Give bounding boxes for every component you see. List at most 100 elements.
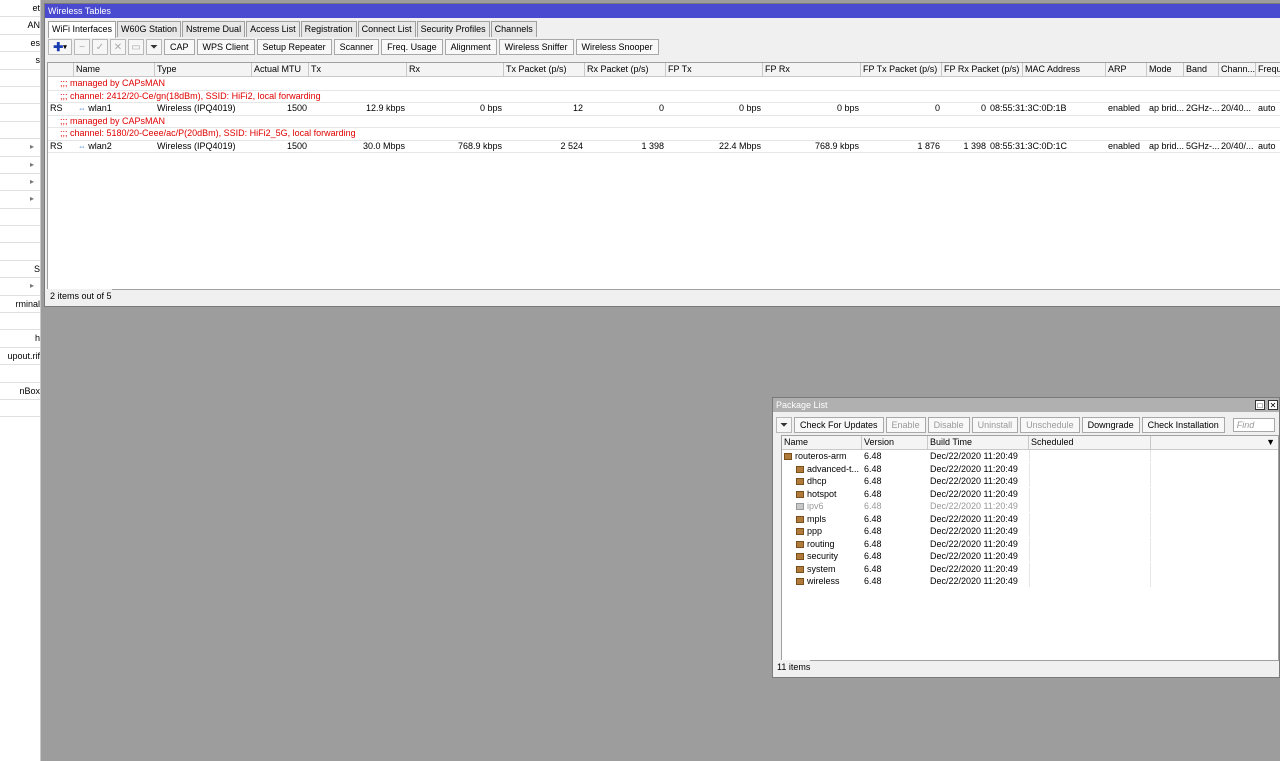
cell-name: ⇔ wlan1 <box>48 102 155 114</box>
tab-wifi-interfaces[interactable]: WiFi Interfaces <box>48 21 117 38</box>
remove-icon[interactable]: − <box>74 39 90 55</box>
check-installation-button[interactable]: Check Installation <box>1141 417 1225 433</box>
column-header[interactable]: Chann... <box>1219 63 1256 76</box>
check-for-updates-button[interactable]: Check For Updates <box>794 417 884 433</box>
maximize-icon[interactable]: □ <box>1255 400 1265 410</box>
column-header[interactable]: ARP <box>1106 63 1147 76</box>
column-header[interactable]: Mode <box>1147 63 1184 76</box>
tab-channels[interactable]: Channels <box>490 21 537 37</box>
sidebar-item[interactable] <box>0 400 40 418</box>
column-header[interactable]: Scheduled <box>1029 436 1151 449</box>
column-dropdown-icon[interactable]: ▼ <box>1151 436 1278 449</box>
tab-security-profiles[interactable]: Security Profiles <box>416 21 490 37</box>
cap-button[interactable]: CAP <box>164 39 195 55</box>
table-row[interactable]: RS ⇔ wlan2 Wireless (IPQ4019) 1500 30.0 Mbps… <box>48 140 1280 153</box>
column-header[interactable]: Type <box>155 63 252 76</box>
setup-repeater-button[interactable]: Setup Repeater <box>256 39 332 55</box>
column-header[interactable]: FP Tx <box>666 63 763 76</box>
table-row[interactable]: advanced-t... 6.48 Dec/22/2020 11:20:49 <box>782 462 1278 476</box>
sidebar-item[interactable] <box>0 104 40 122</box>
sidebar-item[interactable]: AN <box>0 17 40 35</box>
column-header[interactable]: MAC Address <box>1023 63 1106 76</box>
column-header[interactable]: FP Rx Packet (p/s) <box>942 63 1023 76</box>
column-header[interactable]: Build Time <box>928 436 1029 449</box>
comment-icon[interactable]: ▭ <box>128 39 144 55</box>
sidebar-item[interactable]: s <box>0 52 40 70</box>
table-row[interactable]: hotspot 6.48 Dec/22/2020 11:20:49 <box>782 487 1278 501</box>
freq-usage-button[interactable]: Freq. Usage <box>381 39 443 55</box>
find-input[interactable]: Find <box>1232 418 1275 432</box>
close-icon[interactable]: ✕ <box>1268 400 1278 410</box>
window-title[interactable]: Package List <box>773 398 1279 412</box>
disable-button[interactable]: Disable <box>927 417 970 433</box>
alignment-button[interactable]: Alignment <box>444 39 497 55</box>
sidebar-item[interactable] <box>0 87 40 105</box>
cell-version: 6.48 <box>864 451 882 461</box>
wireless-sniffer-button[interactable]: Wireless Sniffer <box>498 39 574 55</box>
tab-registration[interactable]: Registration <box>300 21 357 37</box>
table-row[interactable]: ipv6 6.48 Dec/22/2020 11:20:49 <box>782 500 1278 513</box>
window-title[interactable]: Wireless Tables <box>45 4 1280 18</box>
scanner-button[interactable]: Scanner <box>333 39 380 55</box>
sidebar-item[interactable]: et <box>0 0 40 18</box>
sidebar-item[interactable] <box>0 365 40 383</box>
sidebar-item[interactable]: ▸ <box>0 174 40 192</box>
column-header[interactable]: Version <box>862 436 928 449</box>
add-button[interactable]: ✚ ▾ <box>48 39 72 55</box>
column-header[interactable]: Name <box>782 436 862 449</box>
sidebar-item[interactable]: ▸ <box>0 139 40 157</box>
wireless-snooper-button[interactable]: Wireless Snooper <box>575 39 659 55</box>
tab-w60g-station[interactable]: W60G Station <box>117 21 182 37</box>
table-row[interactable]: security 6.48 Dec/22/2020 11:20:49 <box>782 550 1278 563</box>
tab-connect-list[interactable]: Connect List <box>357 21 416 37</box>
sidebar-item[interactable] <box>0 243 40 261</box>
table-row[interactable]: system 6.48 Dec/22/2020 11:20:49 <box>782 562 1278 576</box>
downgrade-button[interactable]: Downgrade <box>1081 417 1140 433</box>
table-row[interactable]: ppp 6.48 Dec/22/2020 11:20:49 <box>782 525 1278 538</box>
column-header[interactable]: FP Rx <box>763 63 861 76</box>
sidebar-item[interactable] <box>0 70 40 87</box>
sidebar-item[interactable]: ▸ <box>0 157 40 174</box>
column-header[interactable]: FP Tx Packet (p/s) <box>861 63 942 76</box>
enable-icon[interactable]: ✓ <box>92 39 108 55</box>
cell-scheduled <box>1029 562 1151 575</box>
disable-icon[interactable]: ✕ <box>110 39 126 55</box>
column-header[interactable]: Rx Packet (p/s) <box>585 63 666 76</box>
unschedule-button[interactable]: Unschedule <box>1020 417 1080 433</box>
table-row[interactable]: dhcp 6.48 Dec/22/2020 11:20:49 <box>782 475 1278 488</box>
column-header[interactable]: Frequ <box>1256 63 1280 76</box>
enable-button[interactable]: Enable <box>885 417 926 433</box>
wps-client-button[interactable]: WPS Client <box>196 39 255 55</box>
sidebar-item[interactable] <box>0 122 40 140</box>
sidebar-item[interactable]: rminal <box>0 296 40 314</box>
column-header[interactable]: Name <box>74 63 155 76</box>
sidebar-item[interactable]: h <box>0 330 40 348</box>
column-header[interactable]: Tx Packet (p/s) <box>504 63 585 76</box>
table-row[interactable]: routing 6.48 Dec/22/2020 11:20:49 <box>782 537 1278 551</box>
sidebar-item[interactable]: S <box>0 261 40 279</box>
column-header[interactable]: Tx <box>309 63 407 76</box>
sidebar-item[interactable]: ▸ <box>0 278 40 296</box>
uninstall-button[interactable]: Uninstall <box>971 417 1019 433</box>
table-row[interactable]: mpls 6.48 Dec/22/2020 11:20:49 <box>782 512 1278 526</box>
column-header[interactable]: Actual MTU <box>252 63 309 76</box>
cell-build-time: Dec/22/2020 11:20:49 <box>930 501 1018 511</box>
table-row[interactable]: wireless 6.48 Dec/22/2020 11:20:49 <box>782 575 1278 588</box>
column-header[interactable]: Band <box>1184 63 1219 76</box>
tab-access-list[interactable]: Access List <box>246 21 300 37</box>
sidebar-item[interactable]: es <box>0 35 40 53</box>
cell-fprxp: 1 398 <box>963 140 986 151</box>
sidebar-item[interactable]: ▸ <box>0 191 40 209</box>
column-header[interactable]: Rx <box>407 63 504 76</box>
column-header[interactable] <box>48 63 74 76</box>
table-row[interactable]: routeros-arm 6.48 Dec/22/2020 11:20:49 <box>782 450 1278 463</box>
sidebar-item[interactable]: nBox <box>0 383 40 400</box>
table-row[interactable]: RS ⇔ wlan1 Wireless (IPQ4019) 1500 12.9 kbps… <box>48 102 1280 116</box>
sidebar-item[interactable] <box>0 226 40 244</box>
sidebar-item[interactable] <box>0 313 40 331</box>
filter-icon[interactable]: ⏷ <box>146 39 162 55</box>
filter-icon[interactable]: ⏷ <box>776 417 792 433</box>
sidebar-item[interactable] <box>0 209 40 227</box>
tab-nstreme-dual[interactable]: Nstreme Dual <box>182 21 246 37</box>
sidebar-item[interactable]: upout.rif <box>0 348 40 366</box>
